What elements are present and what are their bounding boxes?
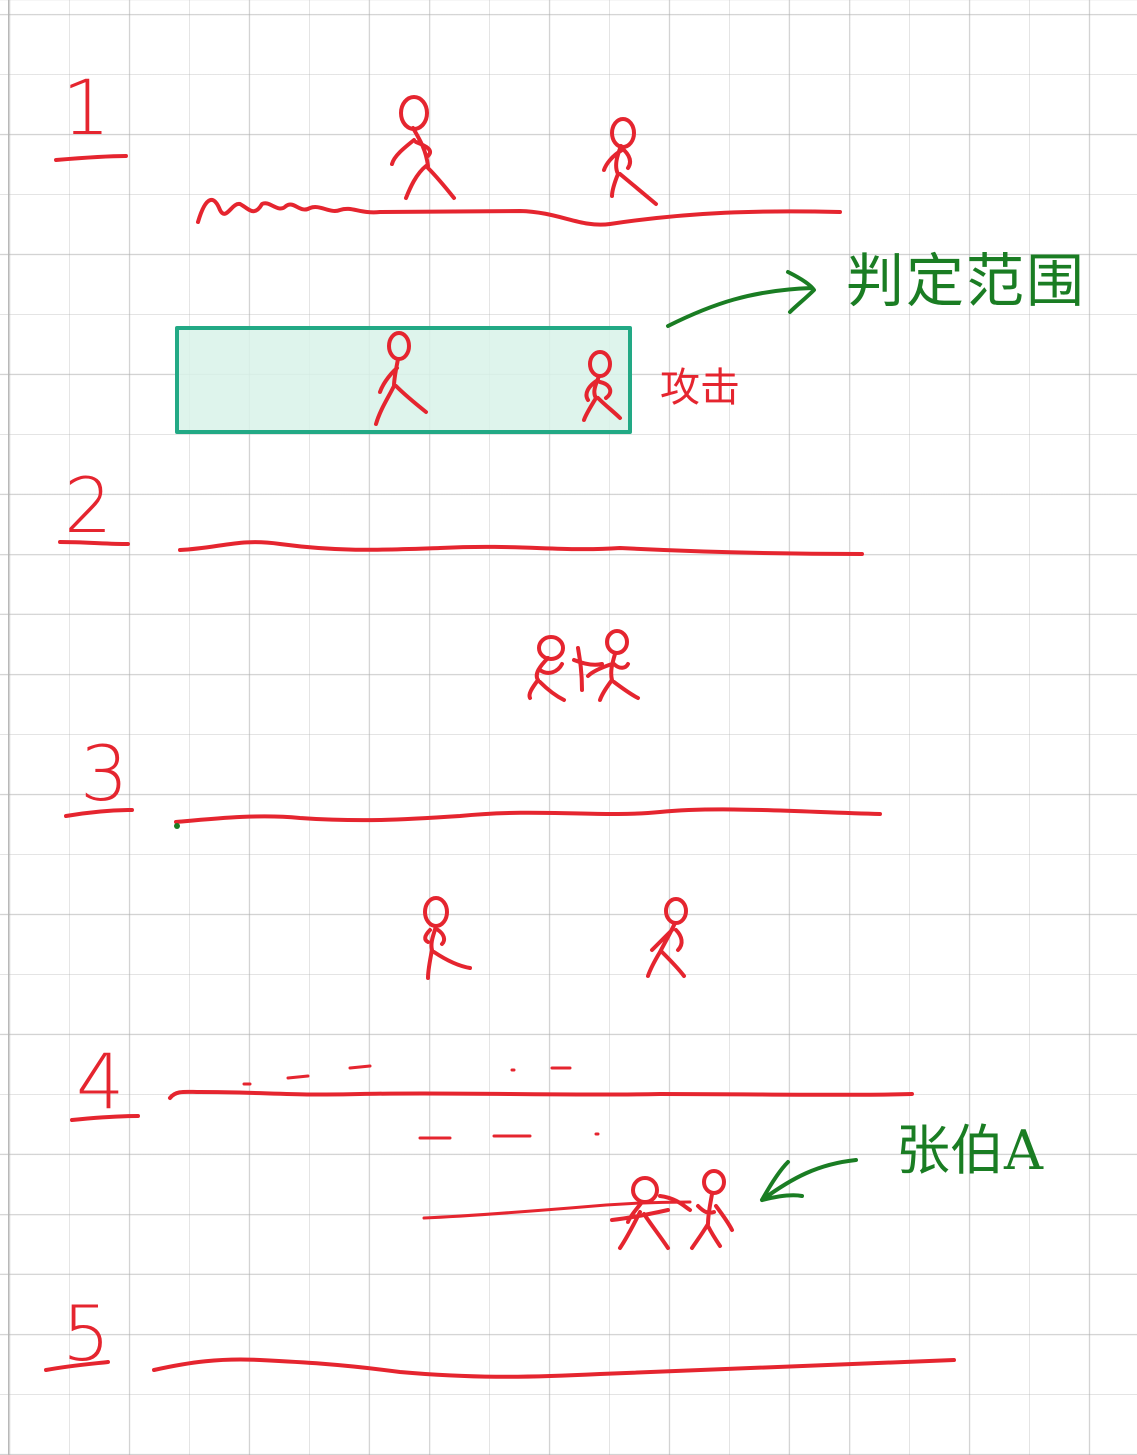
- scene-number-3: 3: [80, 729, 129, 818]
- scene-number-5: 5: [62, 1289, 111, 1378]
- scene-1-ground: [196, 198, 842, 227]
- player-a-arrow: [760, 1158, 858, 1202]
- scene-4-motion-dashes: [242, 1064, 600, 1140]
- scene-number-2: 2: [64, 461, 113, 550]
- scene-4-ground: [168, 1089, 914, 1100]
- stick-figure-3a: [423, 896, 472, 980]
- stick-figure-1b: [602, 117, 658, 206]
- scene-3-ground: [174, 807, 882, 824]
- player-a-label: 张伯A: [896, 1119, 1043, 1182]
- scene-5-ground: [152, 1357, 956, 1379]
- stick-figure-1a: [390, 95, 456, 200]
- judgement-range-label: 判定范围: [846, 247, 1087, 315]
- judgement-range-box: [175, 326, 632, 434]
- scene-number-1: 1: [62, 63, 111, 152]
- stick-figure-pair-grapple: [527, 629, 640, 702]
- judgement-range-arrow: [666, 270, 816, 328]
- stick-figure-3b: [646, 897, 688, 978]
- stick-figure-pair-collision: [610, 1169, 734, 1250]
- sketch-drawing: [44, 95, 956, 1379]
- scene-number-4: 4: [76, 1037, 125, 1126]
- scene-3-green-dot: [174, 823, 180, 829]
- attack-label: 攻击: [660, 365, 740, 411]
- scene-2-ground: [178, 540, 864, 556]
